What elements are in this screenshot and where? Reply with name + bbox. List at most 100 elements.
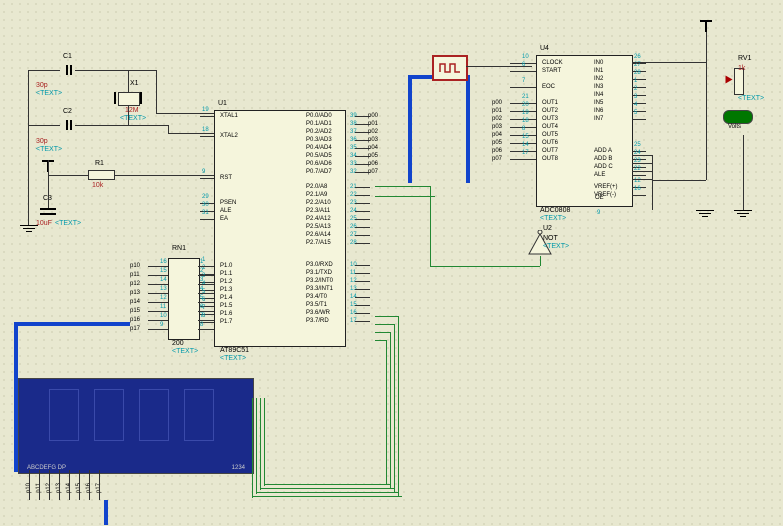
c2-symbol[interactable]: [60, 120, 74, 130]
pin-name: ADD B: [594, 156, 612, 162]
net-label: p14: [130, 299, 140, 305]
wire: [48, 175, 88, 176]
u2-part: NOT: [543, 235, 558, 242]
pin-number: 7: [522, 78, 525, 84]
net-label: p11: [130, 272, 140, 278]
net-label: p04: [492, 132, 502, 138]
net-label: p00: [492, 100, 502, 106]
pin-name: P1.1: [220, 271, 232, 277]
rv1-ref: RV1: [738, 55, 752, 62]
net-label: p01: [492, 108, 502, 114]
wire: [28, 70, 29, 225]
wire: [114, 175, 214, 176]
pin-number: 4: [200, 286, 203, 292]
wire: [430, 266, 540, 267]
pin-wire: [355, 140, 370, 141]
wire: [260, 398, 261, 490]
pin-number: 25: [634, 142, 641, 148]
pin-number: 21: [522, 94, 529, 100]
r1-ref: R1: [95, 160, 104, 167]
net-label: p10: [130, 263, 140, 269]
pin-wire: [148, 266, 168, 267]
pin-name: OUT7: [542, 148, 558, 154]
pin-number: 16: [634, 186, 641, 192]
pin-wire: [148, 302, 168, 303]
wire: [264, 398, 265, 486]
wire: [375, 340, 386, 341]
pin-name: P3.2/INT0: [306, 278, 333, 284]
x1-symbol[interactable]: [118, 92, 140, 106]
net-label: p15: [130, 308, 140, 314]
c3-text: <TEXT>: [55, 220, 81, 227]
u4-part: ADC0808: [540, 207, 570, 214]
pin-name: VREF(+): [594, 184, 618, 190]
pin-wire: [355, 297, 370, 298]
u4-oe-num: 9: [597, 210, 600, 216]
rn1-body[interactable]: [168, 258, 200, 340]
pin-number: 18: [202, 127, 209, 133]
pin-wire: [49, 470, 50, 500]
wire: [156, 70, 157, 113]
wire: [375, 332, 390, 333]
pin-number: 29: [202, 194, 209, 200]
vcc-symbol-2: [700, 20, 712, 32]
c3-plate2: [40, 213, 56, 215]
pin-number: 9: [202, 169, 205, 175]
pin-wire: [59, 470, 60, 500]
pin-number: 12: [160, 295, 167, 301]
wire: [375, 316, 398, 317]
clock-generator[interactable]: [432, 55, 468, 81]
pin-number: 3: [634, 94, 637, 100]
r1-val: 10k: [92, 182, 103, 189]
pin-number: 6: [200, 304, 203, 310]
pin-wire: [148, 320, 168, 321]
pin-number: 28: [634, 70, 641, 76]
net-label: p17: [130, 326, 140, 332]
pin-wire: [198, 320, 214, 321]
pin-name: CLOCK: [542, 60, 563, 66]
pin-wire: [198, 329, 214, 330]
pin-wire: [198, 293, 214, 294]
pin-wire: [355, 148, 370, 149]
c1-symbol[interactable]: [60, 65, 74, 75]
net-label: p12: [130, 281, 140, 287]
pin-number: 15: [522, 134, 529, 140]
pin-number: 14: [522, 142, 529, 148]
pin-name: P2.0/A8: [306, 184, 327, 190]
rv1-symbol[interactable]: [734, 68, 744, 95]
pin-number: 3: [200, 277, 203, 283]
pin-wire: [510, 87, 536, 88]
pin-name: IN5: [594, 100, 603, 106]
pin-wire: [355, 289, 370, 290]
wire: [28, 70, 60, 71]
r1-symbol[interactable]: [88, 170, 115, 180]
pin-name: IN4: [594, 92, 603, 98]
pin-name: ADD C: [594, 164, 613, 170]
wire: [156, 113, 214, 114]
net-label: p03: [492, 124, 502, 130]
pin-wire: [200, 136, 214, 137]
pin-name: P3.4/T0: [306, 294, 327, 300]
pin-wire: [355, 124, 370, 125]
pin-name: ALE: [220, 208, 231, 214]
rv1-val: 1k: [738, 65, 745, 72]
pin-wire: [69, 470, 70, 500]
pin-name: P1.5: [220, 303, 232, 309]
pin-number: 1: [200, 259, 203, 265]
net-label: p16: [130, 317, 140, 323]
rn1-ref: RN1: [172, 245, 186, 252]
seven-seg-display[interactable]: ABCDEFG DP 1234: [18, 378, 254, 474]
wire: [168, 125, 169, 133]
wire: [743, 135, 744, 210]
pin-name: OUT4: [542, 124, 558, 130]
pin-name: P2.6/A14: [306, 232, 331, 238]
u4-body[interactable]: [536, 55, 633, 207]
pin-wire: [355, 187, 370, 188]
net-label: p02: [492, 116, 502, 122]
u2-text: <TEXT>: [543, 243, 569, 250]
u1-text: <TEXT>: [220, 355, 246, 362]
pin-name: P2.5/A13: [306, 224, 331, 230]
voltmeter[interactable]: [723, 110, 753, 124]
pin-name: RST: [220, 175, 232, 181]
pin-name: P2.3/A11: [306, 208, 330, 214]
